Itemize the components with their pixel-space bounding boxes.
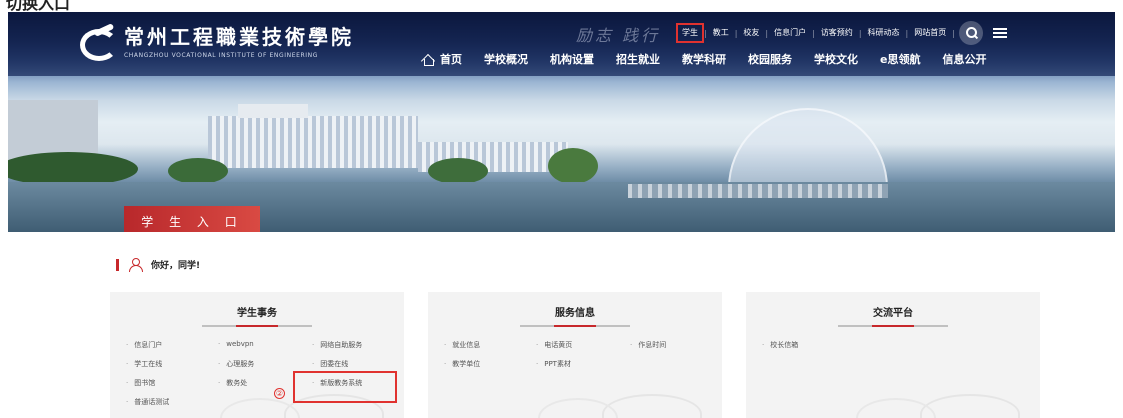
link-webvpn[interactable]: webvpn xyxy=(218,340,312,350)
card-title: 学生事务 xyxy=(237,308,277,319)
link-mandarin-test[interactable]: 普通话测试 xyxy=(126,397,218,407)
link-psych-service[interactable]: 心理服务 xyxy=(218,359,312,369)
menu-icon[interactable] xyxy=(992,27,1009,39)
link-info-portal[interactable]: 信息门户 xyxy=(126,340,218,350)
accent-bar xyxy=(116,258,119,271)
link-library[interactable]: 图书馆 xyxy=(126,378,218,388)
quick-link-student[interactable]: 学生 xyxy=(676,23,704,43)
greeting: 你好，同学! xyxy=(116,258,201,272)
school-name-en: CHANGZHOU VOCATIONAL INSTITUTE OF ENGINE… xyxy=(124,52,318,59)
card-communication: 交流平台 校长信箱 xyxy=(746,292,1040,418)
link-schedule[interactable]: 作息时间 xyxy=(630,340,722,350)
link-ppt-materials[interactable]: PPT素材 xyxy=(536,359,630,369)
nav-item-admissions[interactable]: 招生就业 xyxy=(616,51,660,67)
search-icon[interactable] xyxy=(958,21,983,45)
quick-link-alumni[interactable]: 校友 xyxy=(737,25,765,41)
header-banner: 常州工程職業技術學院 CHANGZHOU VOCATIONAL INSTITUT… xyxy=(8,12,1115,232)
title-underline xyxy=(202,325,312,327)
link-youth-league[interactable]: 团委在线 xyxy=(312,359,404,369)
link-employment-info[interactable]: 就业信息 xyxy=(444,340,536,350)
home-icon xyxy=(422,54,434,66)
quick-link-home[interactable]: 网站首页 xyxy=(908,25,952,41)
step-badge: ② xyxy=(274,388,285,399)
quick-link-portal[interactable]: 信息门户 xyxy=(768,25,812,41)
link-list: 校长信箱 xyxy=(762,340,1040,350)
nav-item-culture[interactable]: 学校文化 xyxy=(814,51,858,67)
highlight-box xyxy=(293,371,397,403)
card-title: 服务信息 xyxy=(555,308,595,319)
quick-link-staff[interactable]: 教工 xyxy=(707,25,735,41)
quick-link-research[interactable]: 科研动态 xyxy=(862,25,906,41)
card-title: 交流平台 xyxy=(873,308,913,319)
cloud-decoration xyxy=(856,398,936,418)
logo-mark-icon xyxy=(80,25,118,61)
nav-item-campus-service[interactable]: 校园服务 xyxy=(748,51,792,67)
title-underline xyxy=(520,325,630,327)
caption-text: 切换入口 xyxy=(6,0,71,12)
tree xyxy=(8,152,138,186)
motto: 励志 践行 xyxy=(576,26,661,45)
quick-links: 学生 | 教工 | 校友 | 信息门户 | 访客预约 | 科研动态 | 网站首页… xyxy=(676,21,1009,45)
nav-item-e-leading[interactable]: e思领航 xyxy=(880,51,920,67)
screenshot-caption: 切换入口 xyxy=(0,0,200,12)
cloud-decoration xyxy=(538,398,618,418)
bridge xyxy=(628,184,888,198)
school-name: 常州工程職業技術學院 xyxy=(124,25,354,49)
student-entry-label: 学 生 入 口 xyxy=(124,206,260,232)
building-center xyxy=(208,116,418,168)
link-network-self-service[interactable]: 网络自助服务 xyxy=(312,340,404,350)
main-nav: 首页 学校概况 机构设置 招生就业 教学科研 校园服务 学校文化 e思领航 信息… xyxy=(422,48,1008,70)
tree xyxy=(168,158,228,184)
card-service-info: 服务信息 就业信息 电话黄页 作息时间 教学单位 PPT素材 xyxy=(428,292,722,418)
quick-link-visitor[interactable]: 访客预约 xyxy=(815,25,859,41)
title-underline xyxy=(838,325,948,327)
link-student-work[interactable]: 学工在线 xyxy=(126,359,218,369)
link-president-mailbox[interactable]: 校长信箱 xyxy=(762,340,854,350)
nav-item-overview[interactable]: 学校概况 xyxy=(484,51,528,67)
school-logo[interactable]: 常州工程職業技術學院 CHANGZHOU VOCATIONAL INSTITUT… xyxy=(80,20,354,61)
nav-item-disclosure[interactable]: 信息公开 xyxy=(942,51,986,67)
nav-item-organization[interactable]: 机构设置 xyxy=(550,51,594,67)
greeting-text: 你好，同学! xyxy=(151,261,201,271)
link-list: 就业信息 电话黄页 作息时间 教学单位 PPT素材 xyxy=(444,340,722,369)
building-roof xyxy=(238,104,308,118)
tree xyxy=(548,148,598,184)
link-teaching-units[interactable]: 教学单位 xyxy=(444,359,536,369)
user-icon xyxy=(129,258,143,272)
nav-item-home[interactable]: 首页 xyxy=(422,51,462,67)
link-phone-directory[interactable]: 电话黄页 xyxy=(536,340,630,350)
tree xyxy=(428,158,488,184)
nav-item-research[interactable]: 教学科研 xyxy=(682,51,726,67)
